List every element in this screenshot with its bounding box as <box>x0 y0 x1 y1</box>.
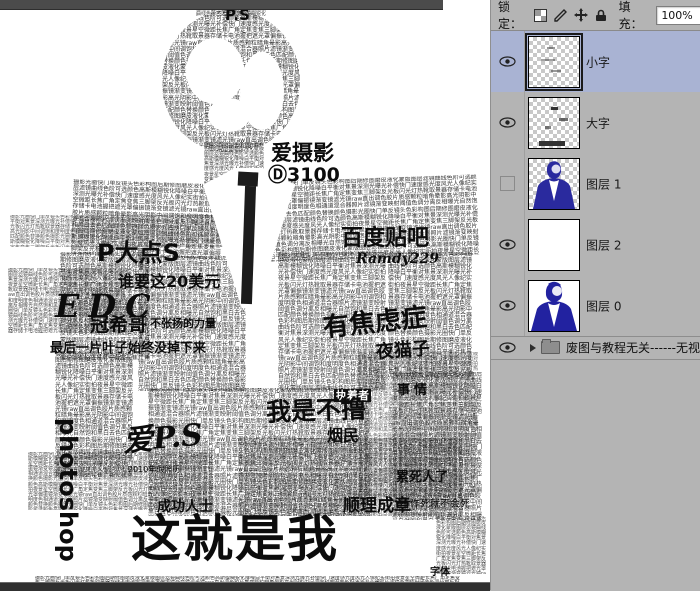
layer-row-layer0[interactable]: 图层 0 <box>491 275 700 337</box>
document-window: 摄影光圈快门单反镜头色彩构图后期修图磨皮液化蒙版图层滤镜曲线色阶可选颜色高斯模糊… <box>0 0 490 591</box>
layer-name[interactable]: 小字 <box>586 53 610 70</box>
portrait-text-guanxige: 冠希哥 <box>90 314 148 336</box>
portrait-tie-shape <box>237 171 259 187</box>
portrait-text-zuihou: 最后一片叶子始终没掉下来 <box>50 341 207 356</box>
portrait-text-leisirenle: 累死人了 <box>396 470 449 485</box>
portrait-text-baidu-tieba: 百度贴吧 <box>341 226 430 251</box>
portrait-text-shiqing: 事情 <box>397 383 432 398</box>
eye-icon <box>499 117 516 128</box>
layer-thumbnail[interactable] <box>528 158 580 210</box>
portrait-text-ziti: 字体 <box>430 567 450 578</box>
fill-label: 填充： <box>618 0 643 31</box>
layer-name[interactable]: 大字 <box>586 114 610 131</box>
portrait-white-area <box>208 98 250 132</box>
portrait-text-aips: 爱P.S <box>121 417 205 460</box>
visibility-toggle[interactable] <box>491 92 525 153</box>
visibility-toggle[interactable] <box>491 342 524 353</box>
visibility-toggle[interactable] <box>491 31 525 92</box>
layer-name[interactable]: 图层 2 <box>586 236 621 253</box>
portrait-text-d3100: Ⓓ3100 <box>268 164 340 186</box>
lock-position-icon[interactable] <box>573 8 588 22</box>
visibility-toggle[interactable] <box>491 275 525 336</box>
portrait-text-yemaozi: 夜猫子 <box>375 338 431 363</box>
eye-icon <box>499 56 516 67</box>
lock-all-icon[interactable] <box>595 9 607 22</box>
layer-row-xiaozi[interactable]: 小字 <box>491 31 700 93</box>
layer-row-layer1[interactable]: 图层 1 <box>491 153 700 215</box>
portrait-text-ps-head: P.S <box>225 9 250 24</box>
portrait-text-ai-sheying: 爱摄影 <box>271 141 334 165</box>
folder-icon <box>541 339 560 354</box>
layer-thumbnail[interactable] <box>528 97 580 149</box>
eye-icon <box>499 239 516 250</box>
blue-figure-thumbnail <box>531 281 577 331</box>
layer-thumbnail[interactable] <box>528 280 580 332</box>
portrait-text-buzuosi: 不作死就不会死 <box>400 499 470 510</box>
group-name[interactable]: 废图与教程无关------无视 <box>566 339 700 356</box>
canvas[interactable]: 摄影光圈快门单反镜头色彩构图后期修图磨皮液化蒙版图层滤镜曲线色阶可选颜色高斯模糊… <box>0 9 490 582</box>
portrait-text-p-da-dian-s: P大点S <box>97 239 180 267</box>
eye-icon <box>499 300 516 311</box>
portrait-text-yanmin: 烟民 <box>327 426 360 445</box>
layer-name[interactable]: 图层 0 <box>586 297 621 314</box>
eye-icon <box>499 342 516 353</box>
layer-thumbnail[interactable] <box>525 33 583 91</box>
portrait-text-ramdy: Ramdy229 <box>356 251 439 267</box>
portrait-text-woshibulu: 我是不撸 <box>265 394 367 427</box>
visibility-toggle[interactable] <box>491 153 525 214</box>
group-expand-arrow-icon[interactable] <box>530 343 536 352</box>
visibility-toggle[interactable] <box>491 214 525 275</box>
layer-group-row[interactable]: 废图与教程无关------无视 <box>491 336 700 360</box>
portrait-white-area <box>186 38 244 104</box>
portrait-text-photoshop-vert: photoshop <box>54 418 82 562</box>
layer-thumbnail[interactable] <box>528 219 580 271</box>
layers-lock-bar: 锁定： 填充： 100% <box>491 0 700 31</box>
lock-label: 锁定： <box>498 0 523 31</box>
lock-transparent-pixels-icon[interactable] <box>533 8 547 22</box>
layer-row-layer2[interactable]: 图层 2 <box>491 214 700 276</box>
eye-hidden-box <box>500 176 515 191</box>
lock-image-pixels-icon[interactable] <box>553 8 567 22</box>
blue-figure-thumbnail <box>533 161 575 209</box>
fill-opacity-input[interactable]: 100% <box>656 5 700 25</box>
portrait-filler-text: 摄影光圈快门单反镜头色彩构图后期修图磨皮液化蒙版图层滤镜曲线色阶可选颜色高斯模糊… <box>436 516 487 574</box>
layer-row-dazi[interactable]: 大字 <box>491 92 700 154</box>
document-window-top-edge <box>0 0 443 10</box>
layer-name[interactable]: 图层 1 <box>586 175 621 192</box>
layers-panel: 锁定： 填充： 100% 小字 大字 图层 1 图层 2 图层 0 废图与教程无… <box>490 0 700 590</box>
portrait-text-y2010: 2010年假照历 <box>128 465 181 474</box>
portrait-text-zhejiushiwo: 这就是我 <box>131 510 339 568</box>
portrait-text-buzhangyang: 不张扬的力量 <box>150 317 216 330</box>
